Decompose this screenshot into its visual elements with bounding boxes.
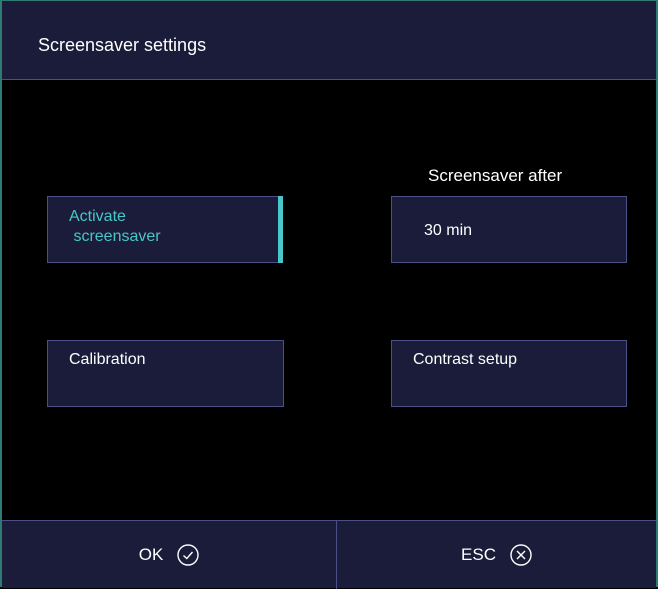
dialog-window: Screensaver settings Screensaver after A… (0, 0, 658, 589)
activate-screensaver-label: Activate screensaver (69, 208, 161, 245)
screensaver-after-label: Screensaver after (428, 166, 563, 185)
contrast-setup-button[interactable]: Contrast setup (391, 340, 627, 407)
dialog-header: Screensaver settings (2, 1, 656, 80)
esc-label: ESC (461, 544, 496, 564)
dialog-footer: OK ESC (2, 520, 656, 589)
screensaver-after-value: 30 min (424, 222, 473, 239)
esc-button[interactable]: ESC (337, 521, 656, 588)
calibration-button[interactable]: Calibration (47, 340, 284, 407)
ok-button[interactable]: OK (2, 521, 336, 588)
check-circle-icon (177, 543, 199, 566)
calibration-label: Calibration (69, 351, 146, 368)
ok-label: OK (138, 544, 164, 564)
active-indicator (278, 196, 283, 263)
screensaver-after-field[interactable]: 30 min (391, 196, 627, 263)
dialog-title: Screensaver settings (38, 35, 207, 55)
activate-screensaver-button[interactable]: Activate screensaver (47, 196, 283, 263)
x-circle-icon (510, 543, 532, 566)
contrast-setup-label: Contrast setup (413, 351, 518, 368)
